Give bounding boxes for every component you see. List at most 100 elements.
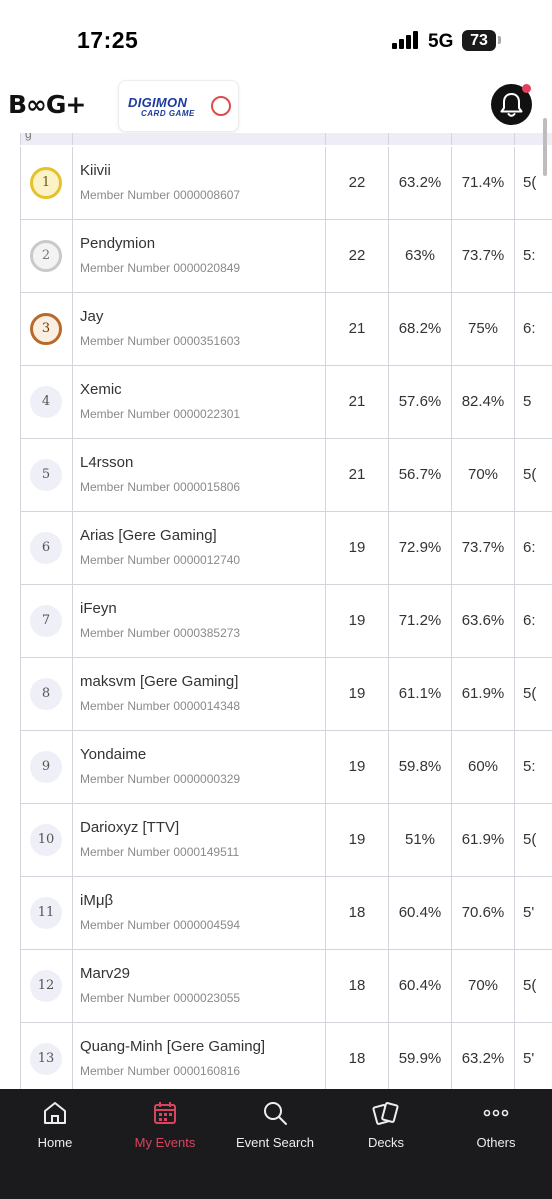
ogw-value: 5( — [523, 831, 537, 848]
points-cell: 19 — [326, 512, 389, 584]
ranking-table[interactable]: g 1 Kiivii Member Number 0000008607 22 63.2%… — [0, 133, 552, 1089]
table-row[interactable]: 12 Marv29 Member Number 0000023055 18 60.4% 7… — [20, 950, 552, 1023]
gw-cell: 61.9% — [452, 658, 515, 730]
player-name: iMμβ — [80, 892, 114, 909]
rank-badge: 5 — [30, 459, 62, 491]
points-value: 22 — [348, 247, 366, 264]
points-cell: 19 — [326, 658, 389, 730]
points-cell: 19 — [326, 804, 389, 876]
omw-value: 56.7% — [398, 466, 442, 483]
ogw-cell: 5: — [515, 220, 552, 292]
table-row[interactable]: 3 Jay Member Number 0000351603 21 68.2% 75% 6: — [20, 293, 552, 366]
nav-label: Home — [37, 1135, 73, 1150]
nav-event-search[interactable]: Event Search — [220, 1089, 330, 1161]
omw-cell: 56.7% — [389, 439, 452, 511]
rank-badge: 8 — [30, 678, 62, 710]
table-row[interactable]: 4 Xemic Member Number 0000022301 21 57.6% 82.… — [20, 366, 552, 439]
gw-value: 70.6% — [461, 904, 505, 921]
member-number: Member Number 0000015806 — [80, 480, 241, 494]
game-selector[interactable]: DIGIMON CARD GAME — [118, 80, 239, 132]
rank-cell: 9 — [21, 731, 73, 803]
omw-value: 61.1% — [398, 685, 442, 702]
omw-cell: 68.2% — [389, 293, 452, 365]
player-name: Kiivii — [80, 162, 111, 179]
rank-badge: 13 — [30, 1043, 62, 1075]
player-cell[interactable]: Kiivii Member Number 0000008607 — [73, 147, 326, 219]
player-cell[interactable]: Marv29 Member Number 0000023055 — [73, 950, 326, 1022]
table-row[interactable]: 7 iFeyn Member Number 0000385273 19 71.2% 63.… — [20, 585, 552, 658]
omw-cell: 60.4% — [389, 950, 452, 1022]
table-row[interactable]: 2 Pendymion Member Number 0000020849 22 63% 7… — [20, 220, 552, 293]
omw-cell: 72.9% — [389, 512, 452, 584]
rank-badge: 4 — [30, 386, 62, 418]
app-logo[interactable]: B∞G+ — [8, 90, 86, 119]
table-row[interactable]: 1 Kiivii Member Number 0000008607 22 63.2% 71… — [20, 147, 552, 220]
nav-others[interactable]: Others — [441, 1089, 551, 1161]
member-number: Member Number 0000160816 — [80, 1064, 241, 1078]
network-label: 5G — [428, 31, 454, 52]
player-cell[interactable]: Jay Member Number 0000351603 — [73, 293, 326, 365]
player-cell[interactable]: Xemic Member Number 0000022301 — [73, 366, 326, 438]
ogw-cell: 5( — [515, 439, 552, 511]
gw-value: 63.2% — [461, 1050, 505, 1067]
player-cell[interactable]: L4rsson Member Number 0000015806 — [73, 439, 326, 511]
points-cell: 18 — [326, 950, 389, 1022]
nav-my-events[interactable]: My Events — [110, 1089, 220, 1161]
scrollbar[interactable] — [543, 118, 547, 176]
player-cell[interactable]: iFeyn Member Number 0000385273 — [73, 585, 326, 657]
ogw-cell: 5: — [515, 731, 552, 803]
player-cell[interactable]: Quang-Minh [Gere Gaming] Member Number 00… — [73, 1023, 326, 1089]
ogw-value: 5( — [523, 977, 537, 994]
status-time: 17:25 — [77, 27, 139, 53]
points-value: 19 — [348, 539, 366, 556]
table-row[interactable]: 9 Yondaime Member Number 0000000329 19 59.8%… — [20, 731, 552, 804]
table-row[interactable]: 6 Arias [Gere Gaming] Member Number 000001… — [20, 512, 552, 585]
player-cell[interactable]: Arias [Gere Gaming] Member Number 0000012… — [73, 512, 326, 584]
ogw-cell: 6: — [515, 512, 552, 584]
rank-badge: 3 — [30, 313, 62, 345]
game-switch-icon — [211, 96, 231, 116]
table-row[interactable]: 11 iMμβ Member Number 0000004594 18 60.4% 70.… — [20, 877, 552, 950]
member-number: Member Number 0000008607 — [80, 188, 241, 202]
table-row[interactable]: 8 maksvm [Gere Gaming] Member Number 00000… — [20, 658, 552, 731]
member-number: Member Number 0000149511 — [80, 845, 240, 859]
player-cell[interactable]: iMμβ Member Number 0000004594 — [73, 877, 326, 949]
rank-cell: 8 — [21, 658, 73, 730]
points-value: 22 — [348, 174, 366, 191]
omw-value: 60.4% — [398, 977, 442, 994]
player-cell[interactable]: Yondaime Member Number 0000000329 — [73, 731, 326, 803]
omw-value: 63.2% — [398, 174, 442, 191]
player-cell[interactable]: Pendymion Member Number 0000020849 — [73, 220, 326, 292]
omw-cell: 59.9% — [389, 1023, 452, 1089]
player-cell[interactable]: maksvm [Gere Gaming] Member Number 000001… — [73, 658, 326, 730]
table-row[interactable]: 5 L4rsson Member Number 0000015806 21 56.7% 7… — [20, 439, 552, 512]
points-cell: 21 — [326, 293, 389, 365]
player-cell[interactable]: Darioxyz [TTV] Member Number 0000149511 — [73, 804, 326, 876]
ogw-value: 5( — [523, 466, 537, 483]
game-logo-title: DIGIMON — [128, 95, 188, 110]
gw-value: 63.6% — [461, 612, 505, 629]
table-header — [20, 133, 552, 145]
nav-home[interactable]: Home — [0, 1089, 110, 1161]
gw-cell: 61.9% — [452, 804, 515, 876]
gw-cell: 63.2% — [452, 1023, 515, 1089]
member-number: Member Number 0000004594 — [80, 918, 241, 932]
member-number: Member Number 0000012740 — [80, 553, 241, 567]
points-value: 21 — [348, 466, 366, 483]
ogw-value: 5 — [523, 393, 532, 410]
omw-cell: 60.4% — [389, 877, 452, 949]
nav-decks[interactable]: Decks — [331, 1089, 441, 1161]
table-row[interactable]: 10 Darioxyz [TTV] Member Number 0000149511… — [20, 804, 552, 877]
gw-value: 70% — [467, 466, 499, 483]
rank-badge: 12 — [30, 970, 62, 1002]
gw-cell: 75% — [452, 293, 515, 365]
rank-badge: 7 — [30, 605, 62, 637]
gw-cell: 63.6% — [452, 585, 515, 657]
omw-value: 60.4% — [398, 904, 442, 921]
points-cell: 18 — [326, 1023, 389, 1089]
table-row[interactable]: 13 Quang-Minh [Gere Gaming] Member Number … — [20, 1023, 552, 1089]
ogw-value: 5: — [523, 758, 536, 775]
points-value: 19 — [348, 831, 366, 848]
notification-dot — [522, 84, 531, 93]
signal-icon — [392, 31, 420, 49]
